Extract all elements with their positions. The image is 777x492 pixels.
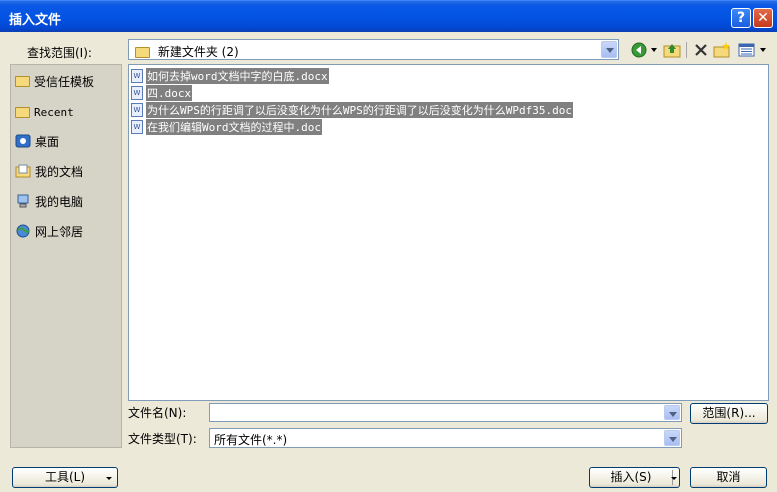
list-item[interactable]: W 在我们编辑Word文档的过程中.doc	[131, 119, 322, 135]
filetype-value: 所有文件(*.*)	[214, 433, 288, 447]
place-label: 桌面	[35, 134, 60, 149]
folder-icon	[15, 106, 30, 118]
lookin-label: 查找范围(I):	[27, 46, 92, 60]
window-title: 插入文件	[9, 13, 62, 28]
back-icon[interactable]	[630, 41, 648, 59]
place-label: 网上邻居	[35, 224, 84, 239]
folder-icon	[15, 75, 30, 87]
folder-icon	[135, 47, 150, 58]
help-button[interactable]: ?	[731, 8, 751, 28]
place-my-documents[interactable]: 我的文档	[15, 161, 83, 181]
place-network[interactable]: 网上邻居	[15, 221, 83, 241]
file-name: 在我们编辑Word文档的过程中.doc	[146, 119, 322, 135]
places-bar: 受信任模板 Recent 桌面 我的文档 我的电脑 网上邻居	[10, 64, 122, 448]
file-name: 四.docx	[146, 85, 193, 101]
filename-label: 文件名(N):	[128, 406, 187, 420]
word-document-icon: W	[131, 86, 143, 100]
chevron-down-icon	[106, 477, 112, 480]
list-item[interactable]: W 如何去掉word文档中字的白底.docx	[131, 68, 329, 84]
chevron-down-icon[interactable]	[601, 41, 617, 58]
insert-label: 插入(S)	[610, 470, 652, 484]
list-item[interactable]: W 为什么WPS的行距调了以后没变化为什么WPS的行距调了以后没变化为什么WPd…	[131, 102, 573, 118]
tools-label: 工具(L)	[44, 470, 86, 484]
close-button[interactable]: ✕	[753, 8, 773, 28]
cancel-button[interactable]: 取消	[690, 467, 767, 488]
toolbar-separator	[686, 42, 687, 58]
file-name: 如何去掉word文档中字的白底.docx	[146, 68, 329, 84]
place-desktop[interactable]: 桌面	[15, 131, 59, 151]
help-icon: ?	[736, 10, 746, 26]
network-icon	[16, 224, 30, 238]
up-folder-icon[interactable]	[663, 41, 681, 59]
place-recent[interactable]: Recent	[15, 102, 74, 122]
place-trusted-templates[interactable]: 受信任模板	[15, 71, 94, 91]
chevron-down-icon[interactable]	[664, 430, 680, 446]
file-list[interactable]: W 如何去掉word文档中字的白底.docx W 四.docx W 为什么WPS…	[128, 64, 769, 401]
documents-icon	[15, 164, 31, 178]
views-dropdown-icon[interactable]	[760, 48, 766, 52]
word-document-icon: W	[131, 69, 143, 83]
place-label: 我的文档	[35, 164, 84, 179]
filetype-dropdown[interactable]: 所有文件(*.*)	[209, 428, 682, 448]
place-label: 我的电脑	[35, 194, 84, 209]
word-document-icon: W	[131, 103, 143, 117]
chevron-down-icon[interactable]	[664, 405, 680, 420]
place-label: 受信任模板	[34, 74, 95, 89]
word-document-icon: W	[131, 120, 143, 134]
filename-input[interactable]	[209, 403, 682, 422]
list-item[interactable]: W 四.docx	[131, 85, 193, 101]
insert-button[interactable]: 插入(S)	[589, 467, 680, 488]
insert-file-dialog: 插入文件 ? ✕ 查找范围(I): 新建文件夹 (2) 受信任模板 Recent…	[0, 0, 777, 492]
close-icon: ✕	[757, 10, 769, 26]
desktop-icon	[15, 134, 31, 148]
chevron-down-icon[interactable]	[671, 477, 677, 480]
delete-icon[interactable]	[692, 41, 710, 59]
place-my-computer[interactable]: 我的电脑	[15, 191, 83, 211]
back-dropdown-icon[interactable]	[651, 48, 657, 52]
lookin-value: 新建文件夹 (2)	[157, 45, 239, 59]
place-label: Recent	[34, 105, 74, 119]
tools-button[interactable]: 工具(L)	[12, 467, 118, 488]
range-button[interactable]: 范围(R)...	[690, 403, 768, 424]
computer-icon	[17, 194, 29, 208]
views-icon[interactable]	[738, 41, 756, 59]
file-name: 为什么WPS的行距调了以后没变化为什么WPS的行距调了以后没变化为什么WPdf3…	[146, 102, 573, 118]
filetype-label: 文件类型(T):	[128, 432, 197, 446]
title-bar[interactable]: 插入文件 ? ✕	[0, 0, 777, 32]
new-folder-icon[interactable]	[713, 41, 731, 59]
lookin-dropdown[interactable]: 新建文件夹 (2)	[128, 39, 619, 60]
